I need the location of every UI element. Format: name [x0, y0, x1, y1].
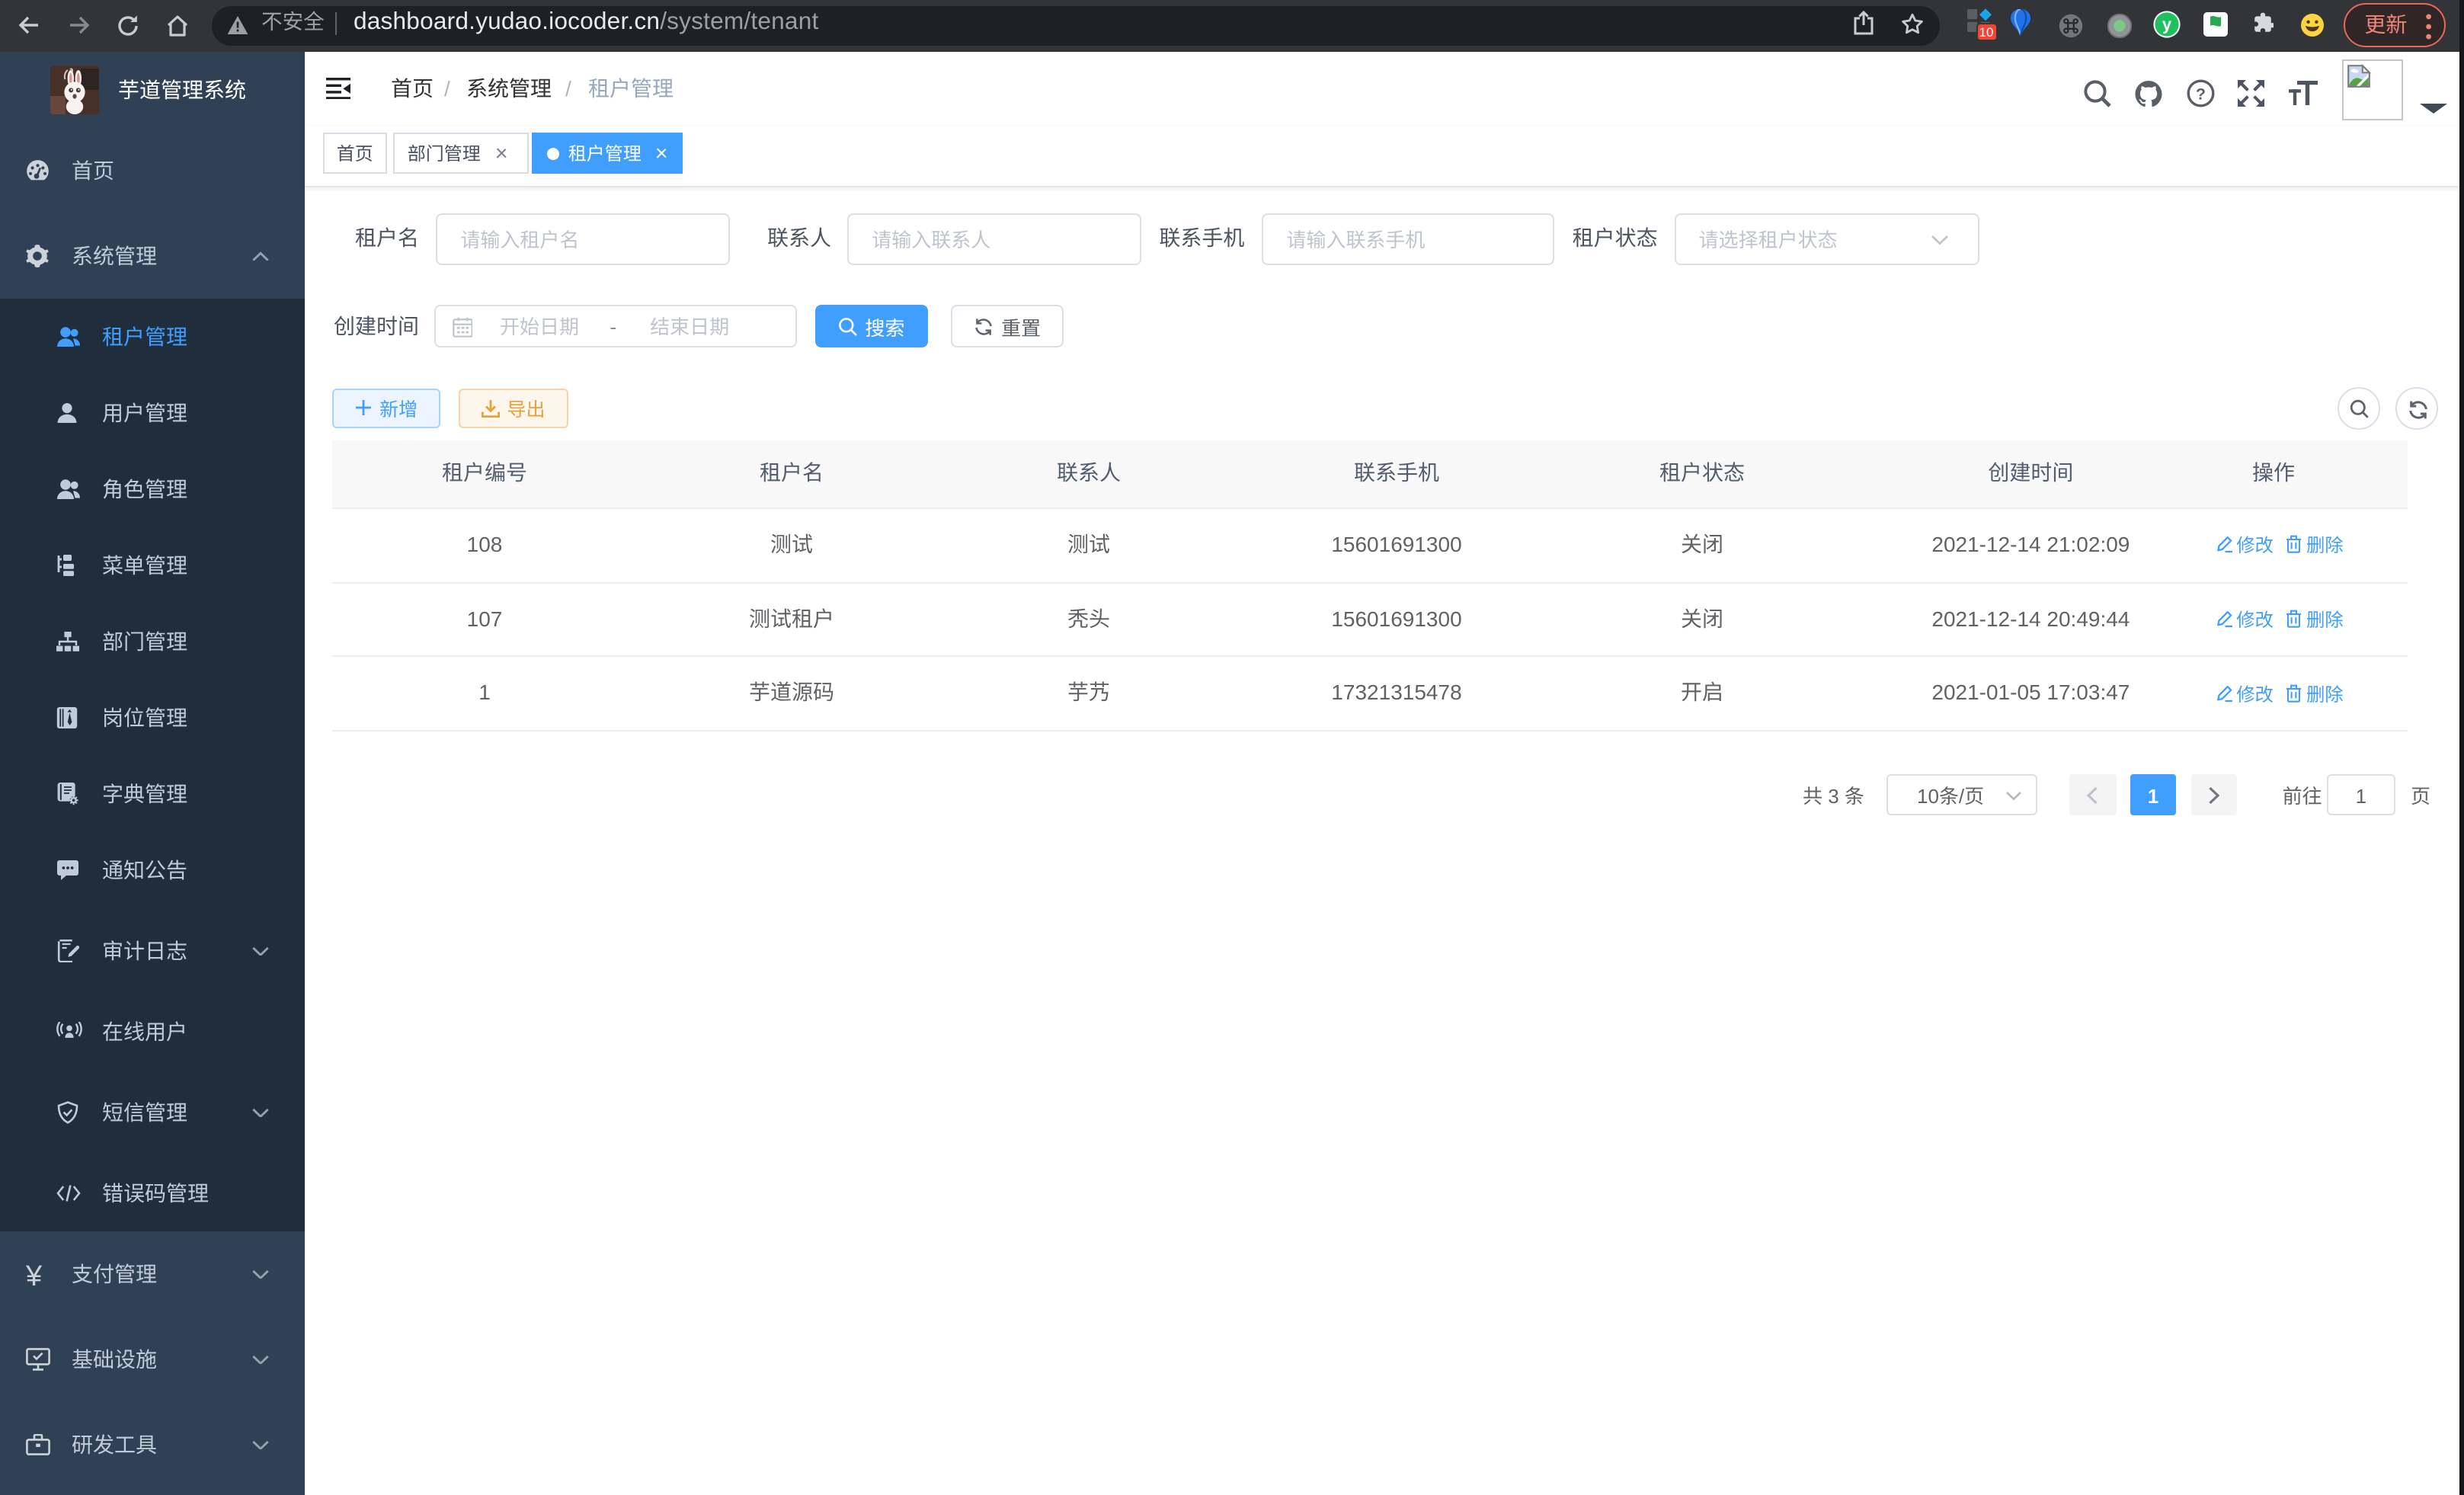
svg-text:y: y — [2162, 15, 2171, 34]
svg-text:?: ? — [2196, 85, 2206, 103]
